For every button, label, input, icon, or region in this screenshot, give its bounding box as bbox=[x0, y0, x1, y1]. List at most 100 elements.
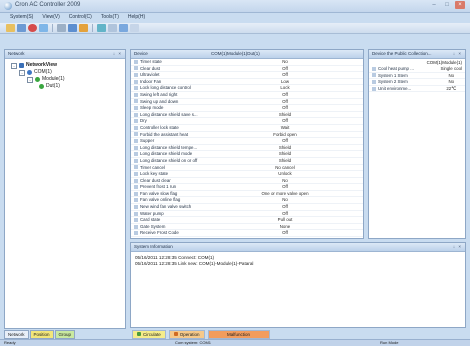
table-row[interactable]: Long distance shield save s... Shield bbox=[131, 111, 363, 119]
property-label: System 1 Stem bbox=[378, 72, 408, 78]
network-panel: Network ↓ × - NetworkView - COM(1) - Mod… bbox=[4, 49, 126, 329]
table-row[interactable]: Supper Off bbox=[131, 137, 363, 145]
device-panel-subtitle: COM(1)Module(1)Dut(1) bbox=[211, 51, 260, 56]
property-value: Off bbox=[207, 210, 363, 218]
property-label: Ultraviolet bbox=[140, 72, 160, 78]
close-button[interactable]: × bbox=[455, 1, 465, 9]
table-row[interactable]: Dry Off bbox=[131, 117, 363, 125]
info-icon[interactable] bbox=[97, 24, 106, 32]
table-row[interactable]: Gate System None bbox=[131, 223, 363, 231]
panel-pin-icon[interactable]: ↓ × bbox=[453, 50, 462, 58]
property-label: Dry bbox=[140, 118, 147, 124]
collapse-icon[interactable]: - bbox=[11, 62, 17, 69]
property-label: New wind fan valve switch bbox=[140, 204, 192, 210]
property-name: Controller lock state bbox=[131, 124, 207, 132]
panel-pin-icon[interactable]: ↓ × bbox=[113, 50, 122, 58]
tree-node-com[interactable]: - COM(1) bbox=[11, 69, 125, 76]
table-row[interactable]: Forbid the assistant heat Forbid open bbox=[131, 131, 363, 139]
property-icon bbox=[134, 165, 138, 170]
menu-control[interactable]: Control(C) bbox=[69, 13, 92, 22]
table-row[interactable]: Swing left and right Off bbox=[131, 91, 363, 99]
system-info-header: System Information ↓ × bbox=[131, 243, 465, 252]
table-row[interactable]: Fan valve slow flag One or more valve ope… bbox=[131, 190, 363, 198]
open-icon[interactable] bbox=[6, 24, 15, 32]
property-label: Timer state bbox=[140, 59, 162, 64]
collapse-icon[interactable]: - bbox=[27, 76, 33, 83]
table-row[interactable]: Clear dust clear No bbox=[131, 177, 363, 185]
property-icon bbox=[134, 204, 138, 209]
tab-operation[interactable]: Operation bbox=[168, 329, 205, 339]
property-value: No bbox=[437, 72, 465, 80]
tree-node-networkview[interactable]: - NetworkView bbox=[11, 62, 125, 69]
table-row[interactable]: Unit environme... 22℃ bbox=[369, 85, 465, 93]
table-row[interactable]: Swing up and down Off bbox=[131, 98, 363, 106]
table-row[interactable]: Long distance shield tempe... Shield bbox=[131, 144, 363, 152]
menu-system[interactable]: System(S) bbox=[10, 13, 33, 22]
minimize-button[interactable]: – bbox=[429, 1, 439, 9]
property-name: Long distance shield tempe... bbox=[131, 144, 207, 152]
collapse-icon[interactable]: - bbox=[19, 69, 25, 76]
menu-view[interactable]: View(V) bbox=[42, 13, 59, 22]
table-row[interactable]: System 1 Stem No bbox=[369, 72, 465, 80]
property-value: Off bbox=[207, 203, 363, 211]
tree-node-dut[interactable]: Dut(1) bbox=[11, 83, 125, 90]
operation-icon bbox=[173, 332, 178, 336]
refresh-icon[interactable] bbox=[39, 24, 48, 32]
tab-circulate[interactable]: Circulate bbox=[132, 329, 166, 339]
panel-pin-icon[interactable]: ↓ × bbox=[453, 243, 462, 251]
table-row[interactable]: System 2 Stem No bbox=[369, 78, 465, 86]
table-row[interactable]: Lock long distance control Lock bbox=[131, 84, 363, 92]
table-row[interactable]: Controller lock state Wait bbox=[131, 124, 363, 132]
tab-malfunction[interactable]: Malfunction bbox=[207, 329, 270, 339]
table-row[interactable]: Long distance shield mode Shield bbox=[131, 150, 363, 158]
maximize-button[interactable]: □ bbox=[442, 1, 452, 9]
table-row[interactable]: Prevent frost 1 run Off bbox=[131, 183, 363, 191]
param-panel-header: Device the Public Collection... ↓ × bbox=[369, 50, 465, 59]
user-icon[interactable] bbox=[119, 24, 128, 32]
settings-icon[interactable] bbox=[57, 24, 66, 32]
save-icon[interactable] bbox=[17, 24, 26, 32]
property-label: Sleep mode bbox=[140, 105, 164, 111]
property-value: Shield bbox=[207, 157, 363, 165]
table-row[interactable]: Fan valve online flag No bbox=[131, 196, 363, 205]
table-row[interactable]: Lock key state Unlock bbox=[131, 170, 363, 178]
menu-tools[interactable]: Tools(T) bbox=[101, 13, 119, 22]
tool-icon[interactable] bbox=[108, 24, 117, 32]
property-value: Lock bbox=[207, 84, 363, 92]
property-value: Wait bbox=[207, 124, 363, 132]
table-row[interactable]: Receive Frost Code Off bbox=[131, 229, 363, 238]
network-tabs: Network Position Group bbox=[4, 330, 76, 339]
bottom-tabs: Circulate Operation Malfunction bbox=[132, 329, 462, 339]
table-row[interactable]: New wind fan valve switch Off bbox=[131, 203, 363, 211]
tab-position[interactable]: Position bbox=[29, 330, 54, 339]
property-label: Receive Frost Code bbox=[140, 230, 179, 236]
property-icon bbox=[134, 191, 138, 196]
property-icon bbox=[134, 132, 138, 137]
table-row[interactable]: Clear dust Off bbox=[131, 65, 363, 73]
table-row[interactable]: Card state Pull out bbox=[131, 216, 363, 224]
grid-icon[interactable] bbox=[68, 24, 77, 32]
property-icon bbox=[134, 119, 138, 124]
table-row[interactable]: Long distance shield on or off Shield bbox=[131, 157, 363, 165]
property-value: None bbox=[207, 223, 363, 231]
property-icon bbox=[134, 66, 138, 71]
property-name: Sleep mode bbox=[131, 104, 207, 112]
tree-node-module[interactable]: - Module(1) bbox=[11, 76, 125, 83]
table-row[interactable]: Timer cancel No cancel bbox=[131, 164, 363, 172]
menu-help[interactable]: Help(H) bbox=[128, 13, 145, 22]
table-row[interactable]: Water pump Off bbox=[131, 210, 363, 218]
tab-network[interactable]: Network bbox=[4, 330, 29, 339]
stop-icon[interactable] bbox=[28, 24, 37, 32]
property-name: Timer cancel bbox=[131, 164, 207, 172]
table-row[interactable]: Indoor Fan Low bbox=[131, 78, 363, 86]
table-row[interactable]: Ultraviolet Off bbox=[131, 71, 363, 79]
help-icon[interactable] bbox=[79, 24, 88, 32]
table-row[interactable]: Sleep mode Off bbox=[131, 104, 363, 112]
tab-group[interactable]: Group bbox=[54, 330, 76, 339]
device-icon bbox=[39, 84, 44, 89]
tree-label: Dut(1) bbox=[46, 83, 60, 89]
property-icon bbox=[134, 73, 138, 78]
property-icon bbox=[134, 171, 138, 176]
export-icon[interactable] bbox=[130, 24, 139, 32]
property-name: Dry bbox=[131, 117, 207, 125]
